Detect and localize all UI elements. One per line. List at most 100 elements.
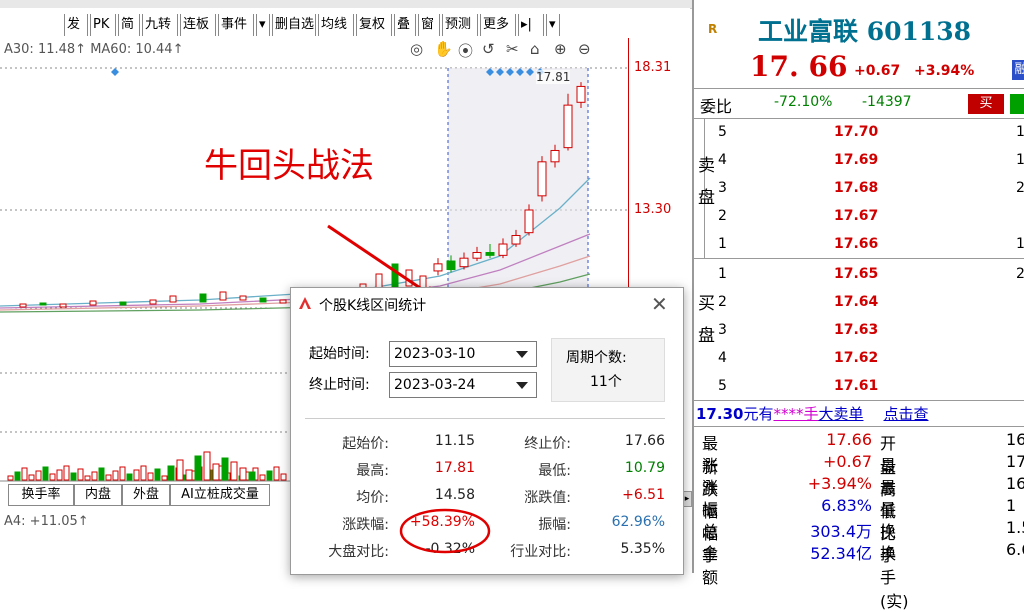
start-date-value: 2023-03-10 xyxy=(394,346,476,362)
candle xyxy=(485,252,495,256)
toolbar-item[interactable]: 删自选 xyxy=(272,14,316,36)
volume-bar xyxy=(154,468,161,481)
candle xyxy=(524,209,534,234)
sell-button[interactable] xyxy=(1010,94,1024,114)
order-book-row[interactable]: 4 17.62 xyxy=(694,346,1024,374)
volume-bar xyxy=(77,468,84,481)
indicator-tab[interactable]: 换手率 xyxy=(8,484,74,506)
candle xyxy=(279,299,287,304)
volume-bar xyxy=(248,471,256,481)
big-order-price: 17.30 xyxy=(696,405,744,423)
quote-stat-l: 金额 xyxy=(702,544,719,587)
volume-bar xyxy=(203,451,211,481)
volume-bar xyxy=(194,455,202,481)
toolbar-item[interactable]: 复权 xyxy=(356,14,392,36)
volume-bar xyxy=(7,475,14,481)
dialog-stat-v2: 10.79 xyxy=(624,460,665,476)
quote-stat-v: 6.83% xyxy=(821,496,872,515)
volume-bar xyxy=(126,473,133,481)
big-order-line[interactable]: 17.30元有****手大卖单 点击查 xyxy=(696,403,929,424)
toolbar-item[interactable]: 事件 xyxy=(218,14,254,36)
dialog-stat-l1: 最高: xyxy=(356,463,389,479)
toolbar-item[interactable]: 简 xyxy=(118,14,140,36)
toolbar-item[interactable]: ▾ xyxy=(256,14,270,36)
order-book-price: 17.63 xyxy=(834,322,879,338)
candle xyxy=(149,299,157,305)
dialog-stat-v2: 62.96% xyxy=(611,514,665,530)
toolbar-item[interactable]: 窗 xyxy=(418,14,440,36)
candle xyxy=(550,149,560,163)
indicator-tab[interactable]: AI立桩成交量 xyxy=(170,484,270,506)
dialog-stat-v2: +6.51 xyxy=(622,487,665,503)
order-book-price: 17.65 xyxy=(834,266,879,282)
volume-bar xyxy=(147,472,154,481)
volume-bar xyxy=(21,467,28,481)
candle xyxy=(219,291,227,301)
toolbar-item[interactable]: 叠 xyxy=(394,14,416,36)
order-book-row[interactable]: 1 17.66 10 xyxy=(694,232,1024,260)
candle xyxy=(19,303,27,308)
end-date-value: 2023-03-24 xyxy=(394,377,476,393)
toolbar-item[interactable]: ▾ xyxy=(546,14,560,36)
end-date-select[interactable]: 2023-03-24 xyxy=(389,372,537,398)
volume-bar xyxy=(140,465,147,481)
dialog-stat-l1: 起始价: xyxy=(342,436,389,452)
marker-diamond xyxy=(111,68,119,76)
toolbar-item[interactable]: 九转 xyxy=(142,14,178,36)
toolbar-item[interactable]: 发 xyxy=(64,14,88,36)
volume-bar xyxy=(105,474,112,481)
order-book-row[interactable]: 1 17.65 2 xyxy=(694,262,1024,290)
big-order-stars: ****手 xyxy=(773,405,819,423)
candle xyxy=(511,235,521,245)
order-book-vol: 10 xyxy=(1016,236,1024,252)
order-book-lvl: 2 xyxy=(718,294,727,310)
volume-bar xyxy=(91,471,98,481)
quote-stat-v2: 1 xyxy=(1006,496,1017,515)
dialog-stat-l2: 终止价: xyxy=(524,436,571,452)
order-book-row[interactable]: 5 17.61 xyxy=(694,374,1024,402)
volume-bar xyxy=(280,473,287,481)
volume-bar xyxy=(35,470,42,481)
toolbar-item[interactable]: 连板 xyxy=(180,14,216,36)
period-label: 周期个数: xyxy=(566,350,627,366)
order-book-lvl: 1 xyxy=(718,266,727,282)
toolbar-item[interactable]: 均线 xyxy=(318,14,354,36)
order-book-price: 17.68 xyxy=(834,180,879,196)
volume-bar xyxy=(167,465,175,481)
order-book-price: 17.64 xyxy=(834,294,879,310)
toolbar-item[interactable]: 更多 xyxy=(480,14,516,36)
dialog-stat-l2: 振幅: xyxy=(538,517,571,533)
quote-panel: R 工业富联 601138 17. 66 +0.67 +3.94% 融 委比 -… xyxy=(692,0,1024,611)
order-book-row[interactable]: 5 17.70 1 xyxy=(694,120,1024,148)
toolbar-item[interactable]: PK xyxy=(90,14,116,36)
volume-bar xyxy=(266,470,273,481)
quote-stat-v2: 16 xyxy=(1006,430,1024,449)
indicator-tab[interactable]: 外盘 xyxy=(122,484,170,506)
toolbar-item[interactable]: 预测 xyxy=(442,14,478,36)
peak-label: 17.81 xyxy=(536,70,571,84)
order-book-vol: 1 xyxy=(1016,124,1024,140)
dialog-stat-l2: 最低: xyxy=(538,463,571,479)
chevron-down-icon xyxy=(516,382,528,389)
order-book-row[interactable]: 3 17.63 xyxy=(694,318,1024,346)
volume-bar xyxy=(176,459,184,481)
big-order-link[interactable]: 点击查 xyxy=(884,405,929,423)
indicator-tab[interactable]: 内盘 xyxy=(74,484,122,506)
order-book-row[interactable]: 4 17.69 1 xyxy=(694,148,1024,176)
candle xyxy=(199,293,207,303)
close-icon[interactable]: ✕ xyxy=(651,292,668,316)
candle xyxy=(537,161,547,197)
buy-button[interactable]: 买 xyxy=(968,94,1004,114)
order-book-row[interactable]: 2 17.67 xyxy=(694,204,1024,232)
toolbar-item[interactable]: ▸| xyxy=(518,14,544,36)
order-book-row[interactable]: 3 17.68 2 xyxy=(694,176,1024,204)
candle xyxy=(119,301,127,306)
start-date-select[interactable]: 2023-03-10 xyxy=(389,341,537,367)
candle xyxy=(576,85,586,103)
last-price: 17. 66 xyxy=(750,50,848,83)
volume-bar xyxy=(42,466,49,481)
dialog-stat-v1: 17.81 xyxy=(434,460,475,476)
market-tag: R xyxy=(708,22,718,36)
volume-bar xyxy=(239,467,247,481)
order-book-row[interactable]: 2 17.64 xyxy=(694,290,1024,318)
